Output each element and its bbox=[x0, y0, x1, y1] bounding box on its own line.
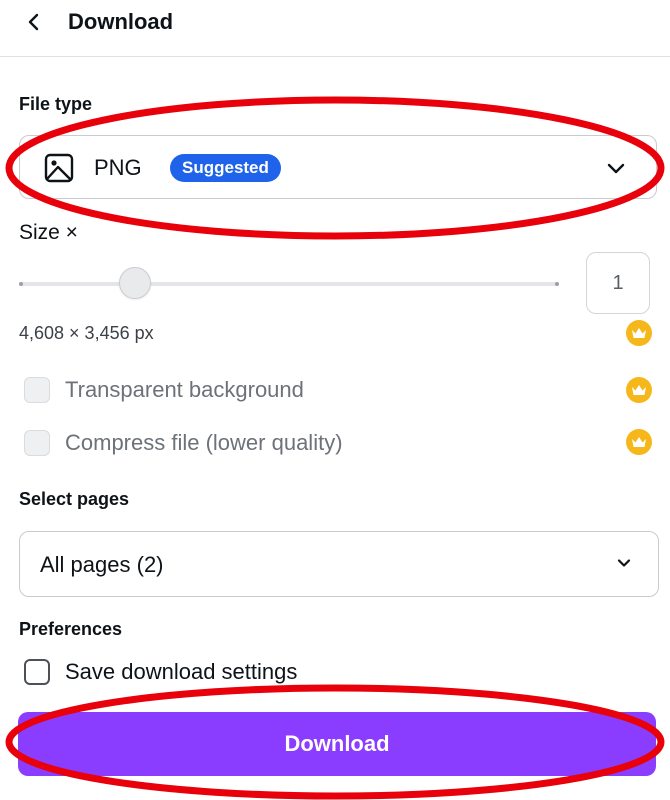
transparent-background-checkbox[interactable] bbox=[24, 377, 50, 403]
transparent-background-label: Transparent background bbox=[65, 377, 304, 402]
file-type-label: File type bbox=[19, 94, 93, 114]
preferences-label: Preferences bbox=[19, 619, 123, 639]
save-settings-checkbox[interactable] bbox=[24, 659, 50, 685]
premium-crown-icon bbox=[626, 429, 652, 455]
download-button[interactable]: Download bbox=[18, 712, 656, 776]
slider-thumb[interactable] bbox=[119, 267, 151, 299]
compress-file-checkbox[interactable] bbox=[24, 430, 50, 456]
premium-crown-icon bbox=[626, 377, 652, 403]
slider-track bbox=[19, 282, 559, 286]
crown-icon bbox=[632, 437, 646, 447]
slider-start-dot bbox=[19, 282, 23, 286]
size-input[interactable]: 1 bbox=[586, 252, 650, 314]
dimensions-text: 4,608 × 3,456 px bbox=[19, 323, 154, 343]
size-label: Size × bbox=[19, 221, 78, 244]
slider-end-dot bbox=[555, 282, 559, 286]
panel-header: Download bbox=[0, 0, 670, 57]
pages-value: All pages (2) bbox=[40, 552, 164, 577]
premium-crown-icon bbox=[626, 320, 652, 346]
size-slider[interactable] bbox=[19, 267, 559, 301]
crown-icon bbox=[632, 328, 646, 338]
suggested-badge: Suggested bbox=[170, 154, 281, 182]
file-type-value: PNG bbox=[94, 155, 142, 180]
compress-file-option[interactable]: Compress file (lower quality) bbox=[24, 428, 343, 458]
crown-icon bbox=[632, 385, 646, 395]
image-icon bbox=[44, 153, 74, 183]
file-type-select[interactable]: PNG Suggested bbox=[19, 135, 657, 199]
page-title: Download bbox=[68, 9, 174, 34]
chevron-left-icon bbox=[28, 13, 39, 31]
chevron-down-icon bbox=[617, 559, 631, 567]
save-settings-label: Save download settings bbox=[65, 659, 298, 684]
select-pages-label: Select pages bbox=[19, 489, 130, 509]
chevron-down-icon bbox=[607, 163, 625, 174]
transparent-background-option[interactable]: Transparent background bbox=[24, 375, 304, 405]
back-button[interactable] bbox=[18, 6, 50, 38]
save-settings-option[interactable]: Save download settings bbox=[24, 657, 297, 687]
pages-select[interactable]: All pages (2) bbox=[19, 531, 659, 597]
compress-file-label: Compress file (lower quality) bbox=[65, 430, 343, 455]
